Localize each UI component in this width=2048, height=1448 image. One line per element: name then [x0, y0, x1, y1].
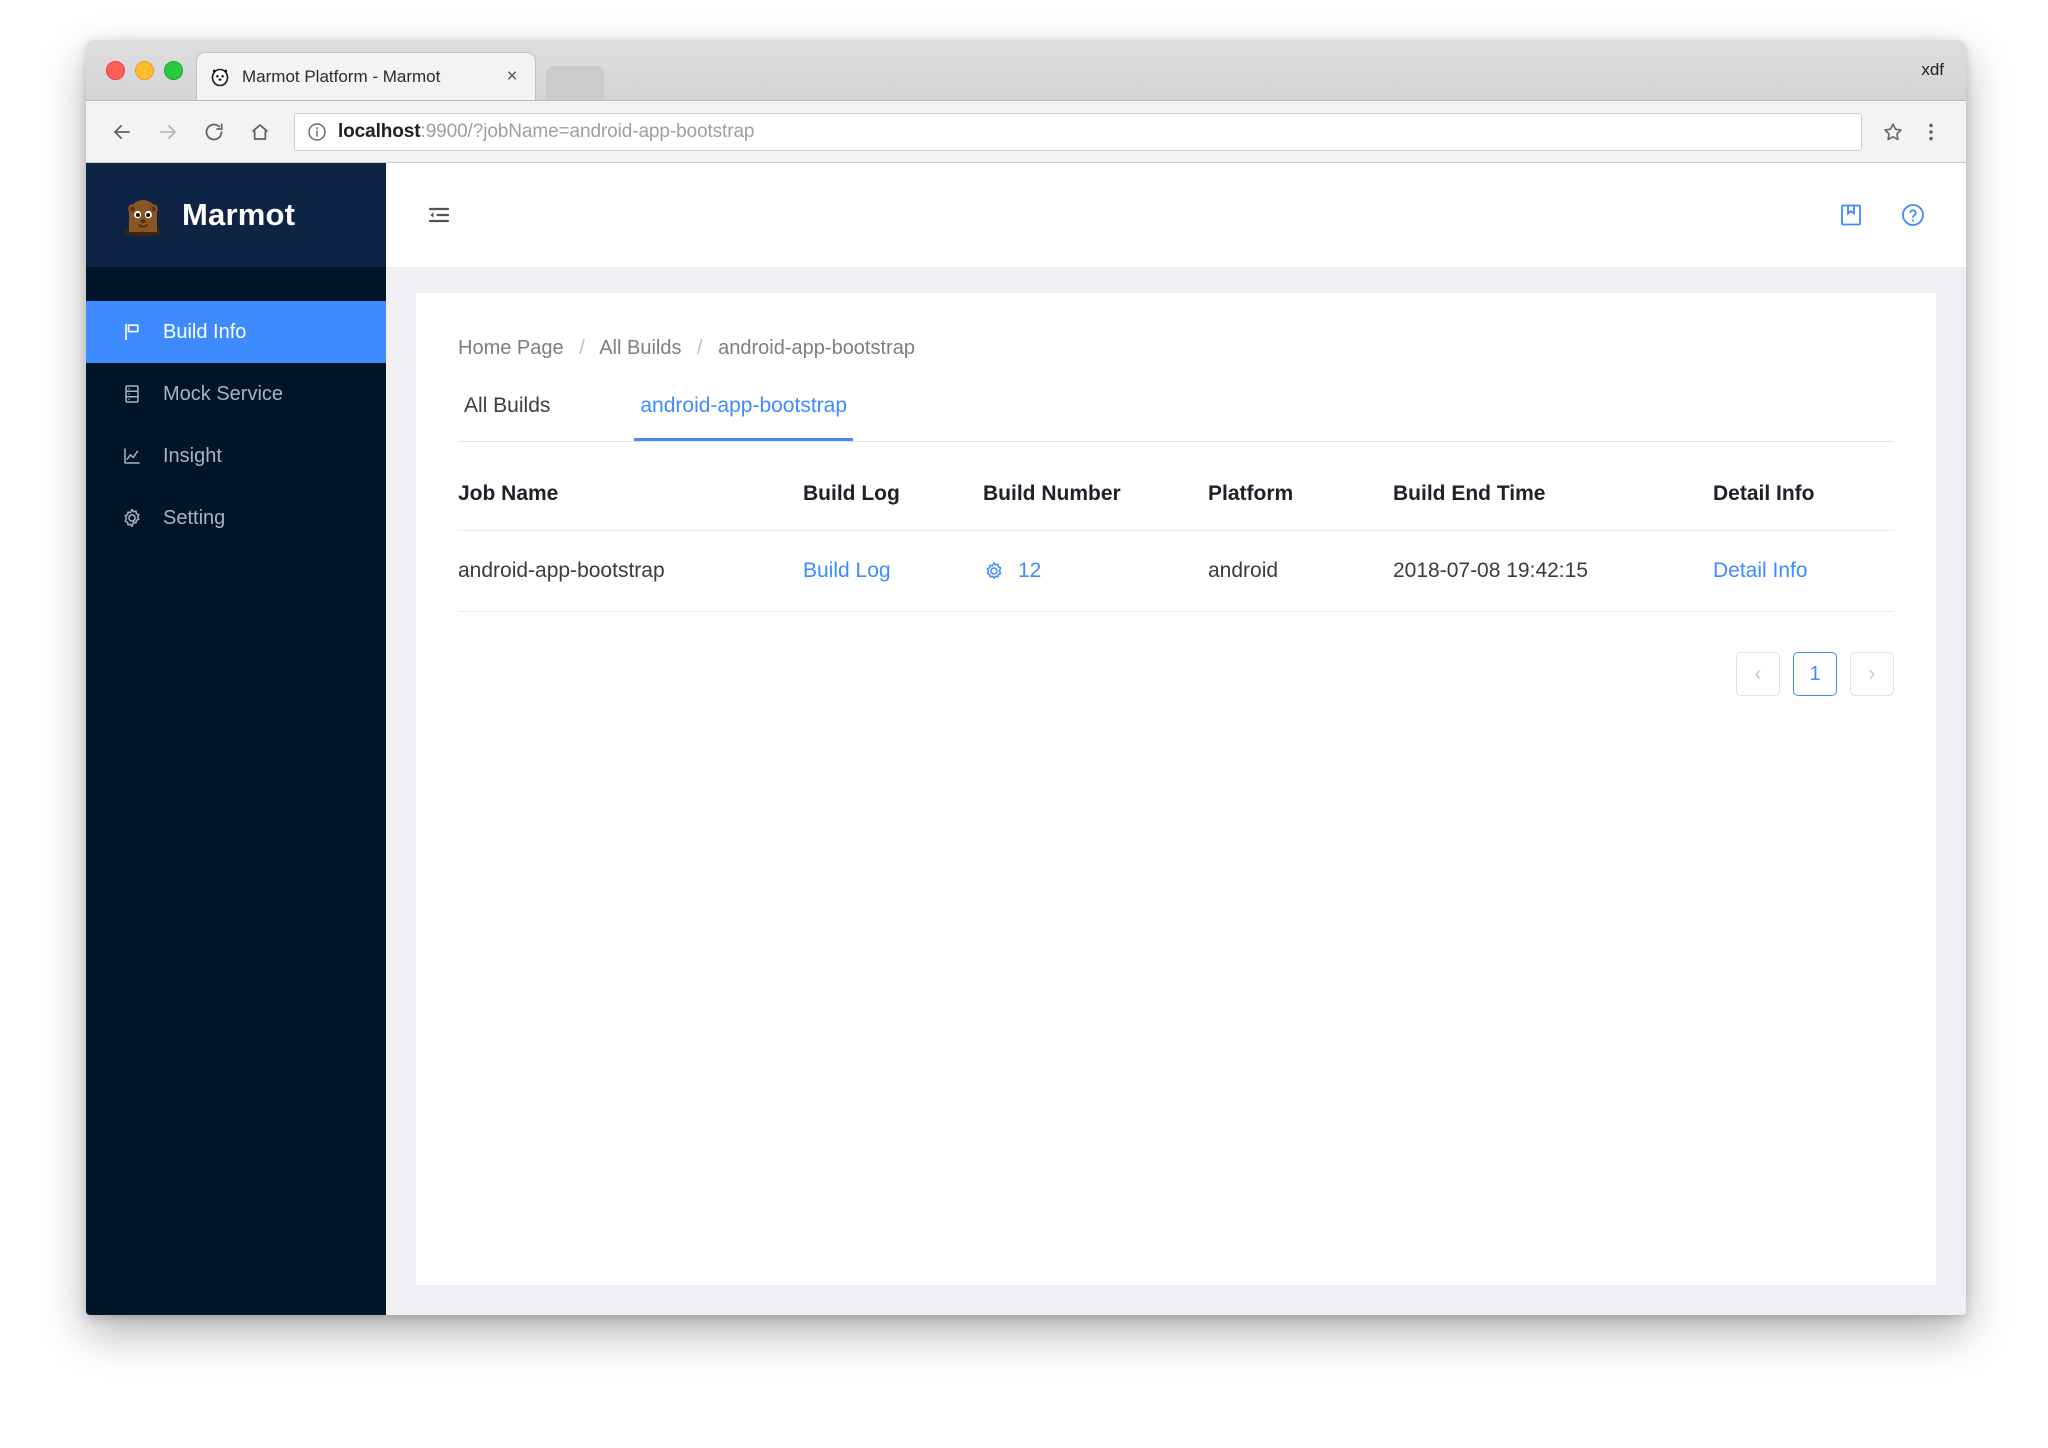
url-host: localhost	[338, 120, 421, 142]
pagination-prev-button[interactable]: ‹	[1736, 652, 1780, 696]
sidebar-item-setting[interactable]: Setting	[86, 487, 386, 549]
new-tab-button[interactable]	[546, 66, 604, 100]
menu-fold-icon[interactable]	[422, 198, 456, 232]
brand-name: Marmot	[182, 197, 296, 232]
build-number-link[interactable]: 12	[1018, 559, 1041, 583]
browser-window: Marmot Platform - Marmot × xdf localhost…	[86, 40, 1966, 1315]
column-header-build-number: Build Number	[983, 458, 1208, 531]
main-area: Home Page / All Builds / android-app-boo…	[386, 163, 1966, 1315]
close-window-button[interactable]	[106, 61, 125, 80]
app-viewport: Marmot Build Info Mock Service Insight S…	[86, 163, 1966, 1315]
build-number-wrapper: 12	[983, 559, 1208, 583]
tab-bar: All Builds android-app-bootstrap	[458, 394, 1894, 442]
table-header-row: Job Name Build Log Build Number Platform…	[458, 458, 1894, 531]
cell-job-name: android-app-bootstrap	[458, 530, 803, 612]
tab-all-builds[interactable]: All Builds	[458, 394, 556, 441]
url-path: :9900/?jobName=android-app-bootstrap	[420, 120, 755, 142]
tab-android-app-bootstrap[interactable]: android-app-bootstrap	[634, 394, 854, 441]
sidebar-item-label: Mock Service	[163, 382, 284, 405]
site-info-icon[interactable]	[307, 122, 327, 142]
breadcrumb-item-current: android-app-bootstrap	[718, 337, 915, 359]
sidebar: Marmot Build Info Mock Service Insight S…	[86, 163, 386, 1315]
chart-icon	[120, 444, 144, 468]
browser-tab-title: Marmot Platform - Marmot	[242, 66, 441, 86]
home-button[interactable]	[240, 112, 280, 152]
build-log-link[interactable]: Build Log	[803, 559, 891, 582]
bookmark-star-icon[interactable]	[1874, 113, 1912, 151]
browser-titlebar: Marmot Platform - Marmot × xdf	[86, 40, 1966, 101]
book-icon[interactable]	[1834, 198, 1868, 232]
marmot-favicon-icon	[209, 66, 231, 88]
flag-icon	[120, 320, 144, 344]
address-bar[interactable]: localhost:9900/?jobName=android-app-boot…	[294, 112, 1862, 151]
breadcrumb-separator: /	[579, 337, 585, 359]
screen: Marmot Platform - Marmot × xdf localhost…	[0, 0, 2048, 1448]
sidebar-menu: Build Info Mock Service Insight Setting	[86, 267, 386, 549]
cell-build-log: Build Log	[803, 530, 983, 612]
breadcrumb-item-all-builds[interactable]: All Builds	[599, 337, 681, 359]
cell-detail-info: Detail Info	[1713, 530, 1894, 612]
breadcrumb: Home Page / All Builds / android-app-boo…	[458, 337, 1894, 360]
back-button[interactable]	[102, 112, 142, 152]
column-header-build-log: Build Log	[803, 458, 983, 531]
table-head: Job Name Build Log Build Number Platform…	[458, 458, 1894, 531]
gear-icon	[983, 560, 1005, 582]
browser-tab[interactable]: Marmot Platform - Marmot ×	[196, 52, 536, 100]
breadcrumb-separator: /	[697, 337, 703, 359]
gear-icon	[120, 506, 144, 530]
reload-button[interactable]	[194, 112, 234, 152]
sidebar-item-insight[interactable]: Insight	[86, 425, 386, 487]
builds-table: Job Name Build Log Build Number Platform…	[458, 458, 1894, 612]
question-circle-icon[interactable]	[1896, 198, 1930, 232]
table-row: android-app-bootstrap Build Log 12 andro…	[458, 530, 1894, 612]
sidebar-item-label: Build Info	[163, 320, 247, 343]
column-header-platform: Platform	[1208, 458, 1393, 531]
table-body: android-app-bootstrap Build Log 12 andro…	[458, 530, 1894, 612]
close-tab-button[interactable]: ×	[501, 66, 523, 88]
breadcrumb-item-home[interactable]: Home Page	[458, 337, 564, 359]
detail-info-link[interactable]: Detail Info	[1713, 559, 1808, 582]
forward-button[interactable]	[148, 112, 188, 152]
brand[interactable]: Marmot	[86, 163, 386, 267]
pagination: ‹ 1 ›	[458, 612, 1894, 696]
cell-platform: android	[1208, 530, 1393, 612]
pagination-page-1[interactable]: 1	[1793, 652, 1837, 696]
cell-build-end-time: 2018-07-08 19:42:15	[1393, 530, 1713, 612]
cell-build-number: 12	[983, 530, 1208, 612]
minimize-window-button[interactable]	[135, 61, 154, 80]
window-user-label: xdf	[1921, 60, 1944, 79]
content-wrapper: Home Page / All Builds / android-app-boo…	[386, 267, 1966, 1315]
sidebar-item-label: Insight	[163, 444, 222, 467]
browser-toolbar: localhost:9900/?jobName=android-app-boot…	[86, 101, 1966, 163]
column-header-detail-info: Detail Info	[1713, 458, 1894, 531]
column-header-job-name: Job Name	[458, 458, 803, 531]
browser-menu-icon[interactable]	[1912, 113, 1950, 151]
content-card: Home Page / All Builds / android-app-boo…	[416, 293, 1936, 1285]
app-header	[386, 163, 1966, 267]
server-icon	[120, 382, 144, 406]
marmot-logo-icon	[120, 192, 166, 238]
address-bar-text: localhost:9900/?jobName=android-app-boot…	[338, 120, 755, 143]
pagination-next-button[interactable]: ›	[1850, 652, 1894, 696]
column-header-build-end-time: Build End Time	[1393, 458, 1713, 531]
sidebar-item-label: Setting	[163, 506, 226, 529]
maximize-window-button[interactable]	[164, 61, 183, 80]
sidebar-item-build-info[interactable]: Build Info	[86, 301, 386, 363]
window-controls	[106, 61, 183, 80]
sidebar-item-mock-service[interactable]: Mock Service	[86, 363, 386, 425]
